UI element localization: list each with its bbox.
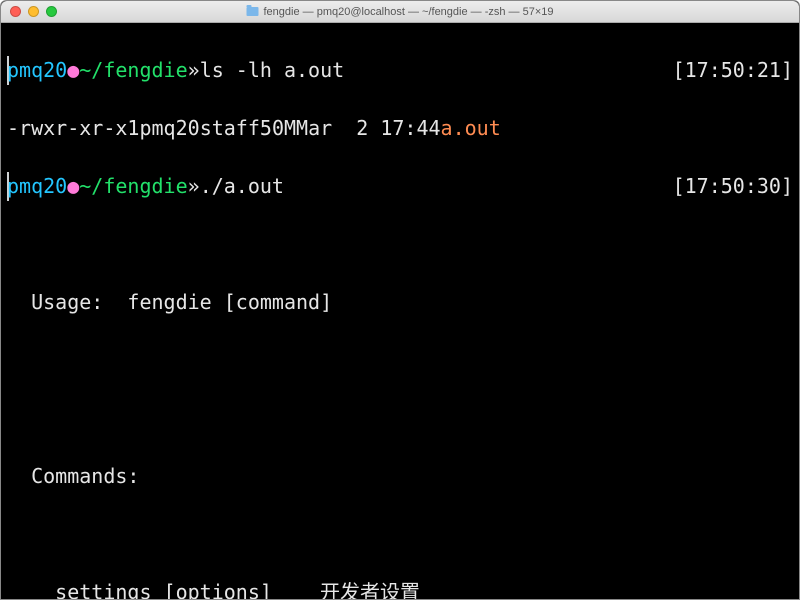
ls-group: staff (200, 114, 260, 143)
command-2: ./a.out (200, 172, 284, 201)
timestamp-2: [17:50:30] (673, 172, 793, 201)
terminal-output[interactable]: pmq20●~/fengdie» ls -lh a.out[17:50:21] … (1, 23, 799, 599)
minimize-icon[interactable] (28, 6, 39, 17)
ls-links: 1 (127, 114, 139, 143)
usage-text: fengdie [command] (127, 290, 332, 314)
titlebar[interactable]: fengdie — pmq20@localhost — ~/fengdie — … (1, 1, 799, 23)
command-row: settings [options]开发者设置 (7, 578, 793, 599)
close-icon[interactable] (10, 6, 21, 17)
usage-line: Usage: fengdie [command] (7, 288, 793, 317)
ls-output: -rwxr-xr-x 1 pmq20 staff 50M Mar 2 17:44… (7, 114, 793, 143)
prompt-line-1: pmq20●~/fengdie» ls -lh a.out [17:50:21] (7, 56, 793, 85)
terminal-window: fengdie — pmq20@localhost — ~/fengdie — … (0, 0, 800, 600)
usage-label: Usage: (31, 290, 103, 314)
window-title: fengdie — pmq20@localhost — ~/fengdie — … (247, 6, 554, 18)
ls-date: Mar 2 17:44 (296, 114, 441, 143)
command-1: ls -lh a.out (200, 56, 345, 85)
window-title-text: fengdie — pmq20@localhost — ~/fengdie — … (264, 6, 554, 18)
traffic-lights (1, 6, 57, 17)
prompt-path: ~/fengdie (79, 56, 187, 85)
prompt-line-2: pmq20●~/fengdie» ./a.out[17:50:30] (7, 172, 793, 201)
timestamp-1: [17:50:21] (673, 56, 793, 85)
ls-owner: pmq20 (139, 114, 199, 143)
ls-perm: -rwxr-xr-x (7, 114, 127, 143)
commands-label: Commands: (7, 462, 793, 491)
ls-size: 50M (260, 114, 296, 143)
folder-icon (247, 7, 259, 16)
zoom-icon[interactable] (46, 6, 57, 17)
prompt-arrow: » (188, 56, 200, 85)
ls-name: a.out (441, 114, 501, 143)
prompt-user: pmq20 (7, 56, 67, 85)
prompt-sep: ● (67, 56, 79, 85)
